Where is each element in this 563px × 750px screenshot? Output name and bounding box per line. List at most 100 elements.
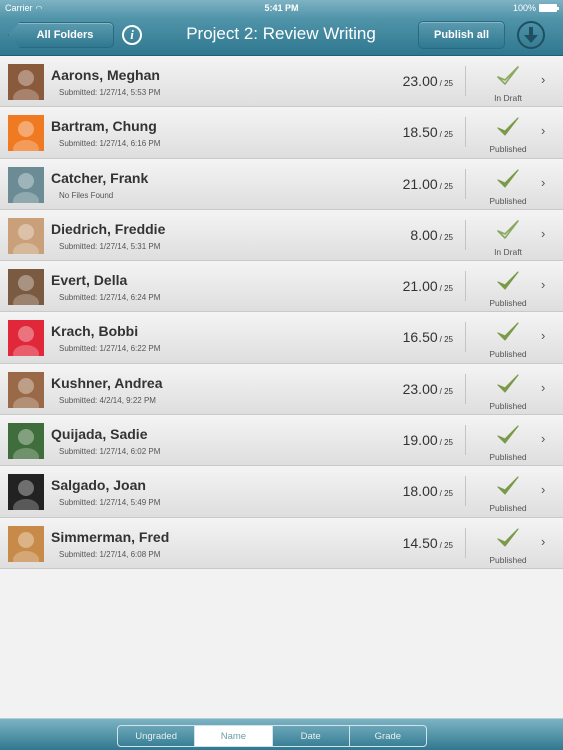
row-divider (465, 219, 466, 250)
publish-status: Published (489, 452, 527, 463)
row-divider (465, 527, 466, 558)
score-out-of: / 25 (439, 130, 453, 140)
student-row[interactable]: Quijada, Sadie Submitted: 1/27/14, 6:02 … (0, 415, 563, 467)
published-check-icon (496, 320, 520, 344)
grade-score: 23.00/ 25 (403, 381, 453, 397)
student-avatar (8, 474, 44, 511)
grade-score: 8.00/ 25 (410, 227, 453, 243)
student-avatar (8, 64, 44, 100)
student-row[interactable]: Simmerman, Fred Submitted: 1/27/14, 6:08… (0, 517, 563, 569)
chevron-right-icon: › (541, 123, 546, 139)
score-value: 16.50 (402, 329, 438, 346)
grade-score: 23.00/ 25 (403, 73, 453, 89)
row-divider (465, 271, 466, 302)
student-row[interactable]: Kushner, Andrea Submitted: 4/2/14, 9:22 … (0, 363, 563, 416)
back-button-label: All Folders (36, 29, 94, 41)
draft-check-icon (496, 64, 520, 88)
student-row[interactable]: Evert, Della Submitted: 1/27/14, 6:24 PM… (0, 261, 563, 313)
publish-status: Published (489, 554, 527, 565)
navigation-bar: Carrier ◠ 5:41 PM 100% All Folders i Proj… (0, 0, 563, 56)
student-row[interactable]: Krach, Bobbi Submitted: 1/27/14, 6:22 PM… (0, 312, 563, 364)
student-avatar (8, 166, 44, 203)
sort-tab-grade[interactable]: Grade (350, 726, 426, 746)
score-out-of: / 25 (439, 79, 453, 88)
chevron-right-icon: › (541, 72, 546, 87)
student-avatar (8, 525, 44, 562)
student-name: Diedrich, Freddie (51, 220, 166, 237)
score-value: 19.00 (402, 432, 438, 449)
grade-score: 18.00/ 25 (403, 483, 453, 499)
score-out-of: / 25 (439, 540, 453, 550)
publish-status: Published (489, 400, 527, 411)
status-time: 5:41 PM (264, 3, 299, 13)
row-divider (465, 168, 466, 199)
chevron-right-icon: › (541, 328, 546, 344)
publish-status: Published (489, 503, 527, 514)
grade-score: 18.50/ 25 (403, 124, 453, 140)
row-divider (465, 425, 466, 456)
submission-status: Submitted: 1/27/14, 6:22 PM (59, 344, 161, 354)
score-out-of: / 25 (439, 438, 453, 448)
published-check-icon (496, 526, 520, 550)
published-check-icon (496, 423, 520, 447)
download-icon[interactable] (517, 21, 545, 49)
student-name: Catcher, Frank (51, 169, 149, 186)
student-avatar (8, 423, 44, 460)
sort-tab-ungraded[interactable]: Ungraded (118, 726, 196, 746)
publish-status: Published (489, 195, 527, 206)
submission-status: Submitted: 1/27/14, 5:53 PM (59, 88, 161, 97)
row-divider (465, 117, 466, 148)
student-row[interactable]: Aarons, Meghan Submitted: 1/27/14, 5:53 … (0, 56, 563, 108)
student-avatar (8, 217, 44, 254)
student-name: Quijada, Sadie (51, 426, 148, 443)
score-value: 8.00 (410, 226, 438, 243)
student-name: Simmerman, Fred (51, 528, 170, 545)
student-name: Aarons, Meghan (51, 67, 160, 83)
sort-tab-name[interactable]: Name (195, 726, 273, 746)
row-divider (465, 373, 466, 404)
student-avatar (8, 115, 44, 152)
submission-status: Submitted: 4/2/14, 9:22 PM (59, 395, 156, 405)
published-check-icon (496, 269, 520, 293)
all-folders-back-button[interactable]: All Folders (8, 22, 114, 48)
chevron-right-icon: › (541, 533, 546, 549)
sort-tab-date[interactable]: Date (273, 726, 350, 746)
publish-status: In Draft (494, 246, 522, 257)
submission-status: Submitted: 1/27/14, 6:24 PM (59, 293, 161, 303)
row-divider (465, 66, 466, 96)
bottom-toolbar: Ungraded Name Date Grade (0, 718, 563, 750)
draft-check-icon (496, 218, 520, 242)
submission-status: No Files Found (59, 190, 114, 200)
publish-status: Published (489, 298, 527, 309)
grade-score: 14.50/ 25 (403, 535, 453, 551)
row-divider (465, 476, 466, 507)
submission-status: Submitted: 1/27/14, 6:16 PM (59, 139, 161, 149)
info-icon[interactable]: i (122, 25, 142, 45)
score-out-of: / 25 (439, 181, 453, 191)
score-value: 21.00 (402, 278, 438, 295)
score-value: 23.00 (402, 73, 438, 89)
student-avatar (8, 320, 44, 357)
student-row[interactable]: Bartram, Chung Submitted: 1/27/14, 6:16 … (0, 107, 563, 159)
score-out-of: / 25 (439, 335, 453, 345)
student-name: Salgado, Joan (51, 477, 146, 494)
student-row[interactable]: Salgado, Joan Submitted: 1/27/14, 5:49 P… (0, 466, 563, 518)
publish-all-button[interactable]: Publish all (418, 21, 505, 49)
student-name: Bartram, Chung (51, 118, 157, 135)
row-divider (465, 322, 466, 353)
student-row[interactable]: Catcher, Frank No Files Found 21.00/ 25 … (0, 158, 563, 210)
grade-score: 19.00/ 25 (403, 432, 453, 448)
battery-indicator: 100% (513, 3, 559, 13)
publish-status: Published (489, 144, 527, 155)
sort-segmented-control: Ungraded Name Date Grade (117, 725, 427, 747)
chevron-right-icon: › (541, 482, 546, 498)
published-check-icon (496, 115, 520, 139)
score-value: 23.00 (402, 380, 438, 397)
published-check-icon (496, 372, 520, 396)
submission-status: Submitted: 1/27/14, 5:49 PM (59, 498, 161, 508)
student-name: Krach, Bobbi (51, 323, 139, 340)
score-out-of: / 25 (439, 284, 453, 294)
published-check-icon (496, 474, 520, 498)
student-row[interactable]: Diedrich, Freddie Submitted: 1/27/14, 5:… (0, 209, 563, 262)
chevron-right-icon: › (541, 431, 546, 447)
